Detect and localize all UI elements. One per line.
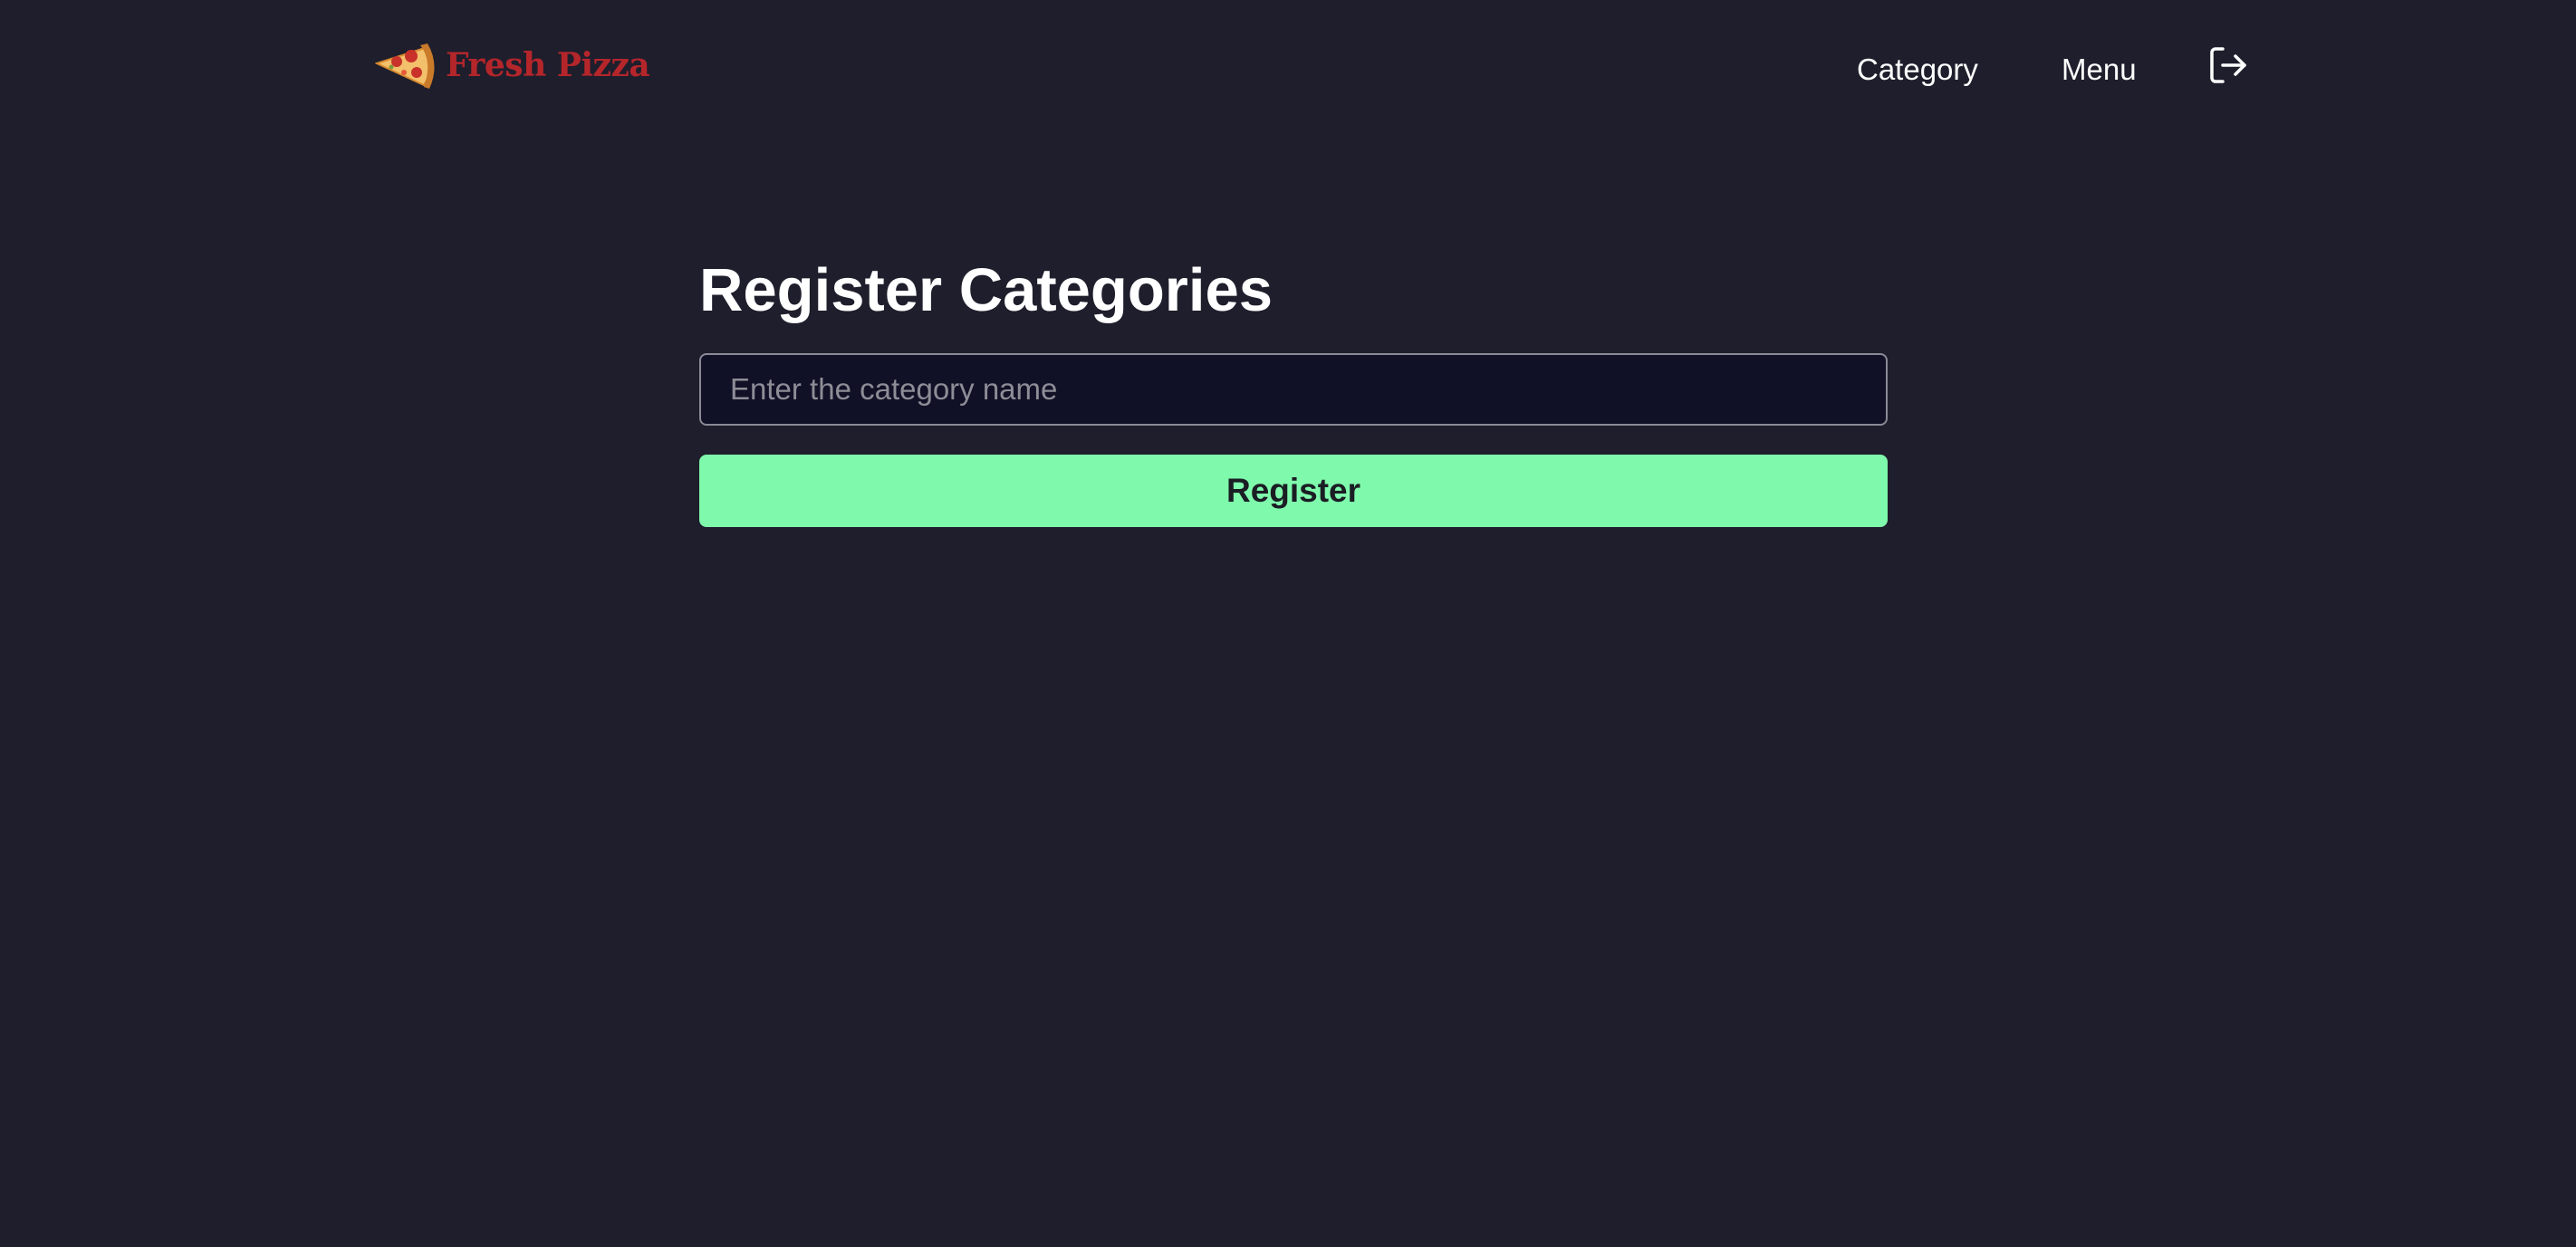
logout-button[interactable]: [2206, 43, 2250, 87]
category-name-input[interactable]: [699, 353, 1888, 426]
logout-icon: [2210, 47, 2246, 83]
register-button[interactable]: Register: [699, 455, 1888, 527]
header: Fresh Pizza Category Menu: [0, 0, 2576, 136]
page: Fresh Pizza Category Menu Register Categ…: [0, 0, 2576, 1247]
page-title: Register Categories: [699, 256, 1273, 324]
nav-category-link[interactable]: Category: [1857, 53, 1978, 87]
nav-menu-link[interactable]: Menu: [2062, 53, 2137, 87]
main-nav: Category Menu: [0, 43, 2576, 94]
register-category-form: Register Categories Register: [699, 252, 1888, 527]
